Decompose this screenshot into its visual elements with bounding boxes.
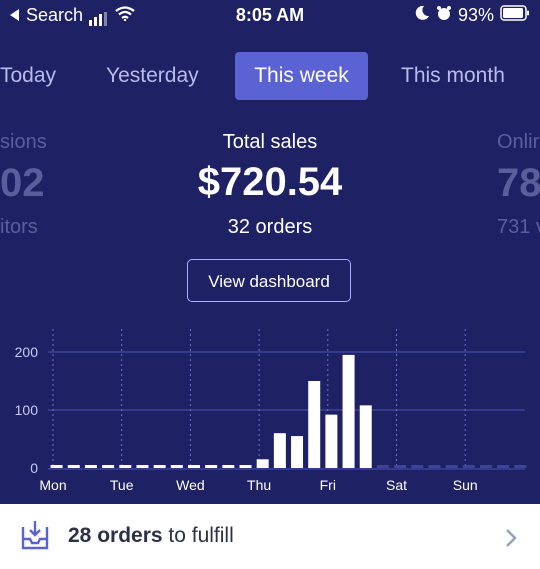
right-metric-value: 78: [497, 161, 540, 205]
x-tick-label: Thu: [247, 477, 271, 493]
chart-bar: [308, 381, 321, 468]
chart-bar: [342, 354, 355, 468]
chart-bar: [479, 465, 492, 468]
view-dashboard-button[interactable]: View dashboard: [187, 259, 351, 302]
y-tick-label: 100: [15, 402, 39, 418]
chart-bar: [291, 436, 304, 468]
x-tick-label: Tue: [110, 477, 134, 493]
x-tick-label: Mon: [39, 477, 66, 493]
tab-this-month[interactable]: This month: [401, 52, 505, 100]
total-sales-value: $720.54: [197, 160, 343, 204]
chart-bar: [359, 405, 372, 468]
chart-bar: [239, 465, 252, 468]
x-tick-label: Sun: [453, 477, 478, 493]
chart-bar: [222, 465, 235, 468]
battery-percent: 93%: [457, 5, 494, 25]
chart-bar: [256, 459, 269, 468]
moon-icon: [414, 5, 430, 26]
chart-bar: [136, 465, 149, 468]
x-tick-label: Fri: [320, 477, 336, 493]
orders-to-fulfill-text: 28 orders to fulfill: [68, 524, 234, 548]
weekly-sales-chart: 0 100 200 Mon Tue Wed Thu Fri Sat Sun: [15, 329, 527, 493]
total-sales-label: Total sales: [222, 131, 318, 153]
alarm-icon: [436, 5, 452, 26]
chart-bar: [376, 465, 389, 468]
chart-bar: [153, 465, 166, 468]
chart-bar: [50, 465, 63, 468]
chart-bar: [394, 465, 407, 468]
right-metric-label: Onlir: [497, 131, 540, 153]
chart-bar: [428, 465, 441, 468]
chart-bar: [497, 465, 510, 468]
inbox-icon: [20, 519, 50, 556]
x-tick-label: Sat: [386, 477, 407, 493]
chart-bar: [325, 414, 338, 468]
y-tick-label: 200: [15, 344, 39, 360]
tab-this-week[interactable]: This week: [235, 52, 368, 100]
chart-bar: [514, 465, 527, 468]
tab-today[interactable]: Today: [0, 52, 56, 100]
chart-bar: [187, 465, 200, 468]
chart-bar: [273, 433, 286, 468]
chart-bar: [462, 465, 475, 468]
chart-bar: [170, 465, 183, 468]
battery-icon: [500, 5, 530, 26]
chevron-right-icon: [505, 528, 517, 553]
chart-bar: [67, 465, 80, 468]
right-metric-sub: 731 v: [497, 216, 540, 238]
left-metric-value: 02: [0, 161, 45, 205]
left-metric-sub: itors: [0, 216, 38, 238]
chart-bar: [84, 465, 97, 468]
chart-bar: [411, 465, 424, 468]
chart-bar: [119, 465, 132, 468]
x-tick-label: Wed: [176, 477, 205, 493]
chart-bar: [445, 465, 458, 468]
status-bar: Search 8:05 AM 93%: [0, 0, 540, 32]
orders-count: 32 orders: [227, 216, 313, 238]
chart-bar: [205, 465, 218, 468]
orders-count-bold: 28 orders: [68, 524, 163, 547]
dashboard-header: Search 8:05 AM 93% Today Yesterday This …: [0, 0, 540, 504]
tab-yesterday[interactable]: Yesterday: [106, 52, 199, 100]
to-fulfill-label: to fulfill: [162, 524, 234, 547]
y-tick-label: 0: [30, 460, 38, 476]
status-right: 93%: [414, 5, 530, 26]
chart-bar: [102, 465, 115, 468]
left-metric-label: sions: [0, 131, 47, 153]
orders-to-fulfill-row[interactable]: 28 orders to fulfill: [0, 504, 540, 569]
